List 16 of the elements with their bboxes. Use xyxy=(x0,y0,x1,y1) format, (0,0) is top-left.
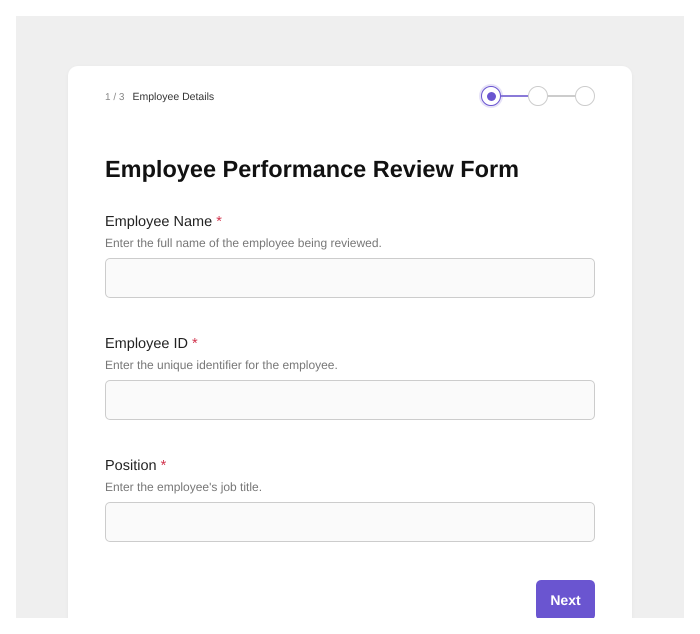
field-label: Employee ID xyxy=(105,336,188,352)
input-field[interactable] xyxy=(105,258,595,298)
field-label: Employee Name xyxy=(105,214,212,230)
input-field[interactable] xyxy=(105,502,595,542)
required-mark: * xyxy=(192,336,198,352)
step-title: Employee Details xyxy=(132,91,214,103)
field-label: Position xyxy=(105,458,157,474)
field-help-text: Enter the unique identifier for the employee. xyxy=(105,358,339,372)
form-title: Employee Performance Review Form xyxy=(105,156,520,183)
required-mark: * xyxy=(216,214,222,230)
next-button[interactable]: Next xyxy=(536,580,595,618)
input-field[interactable] xyxy=(105,380,595,420)
field-help-text: Enter the employee's job title. xyxy=(105,480,264,494)
step-counter: 1 / 3 xyxy=(105,92,124,103)
required-mark: * xyxy=(160,458,166,474)
field-help-text: Enter the full name of the employee being reviewed. xyxy=(105,236,383,250)
